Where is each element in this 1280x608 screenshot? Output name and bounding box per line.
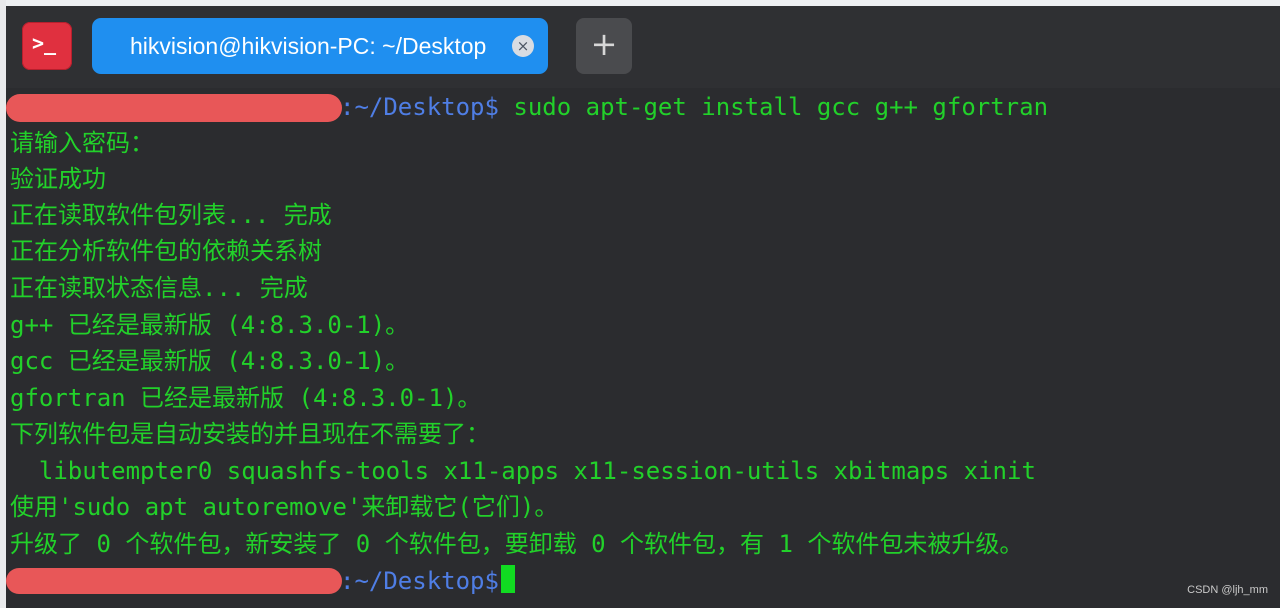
terminal-line: 使用'sudo apt autoremove'来卸载它(它们)。 bbox=[10, 493, 559, 521]
watermark: CSDN @ljh_mm bbox=[1187, 584, 1268, 596]
terminal-prompt-icon: >_ bbox=[32, 31, 57, 55]
prompt-path: :~/Desktop$ bbox=[340, 93, 499, 121]
terminal-line: gfortran 已经是最新版 (4:8.3.0-1)。 bbox=[10, 384, 482, 412]
command-text: sudo apt-get install gcc g++ gfortran bbox=[498, 93, 1049, 121]
tab-terminal-desktop[interactable]: hikvision@hikvision-PC: ~/Desktop × bbox=[92, 18, 548, 74]
terminal-line: libutempter0 squashfs-tools x11-apps x11… bbox=[10, 457, 1036, 485]
terminal-line: 下列软件包是自动安装的并且现在不需要了： bbox=[10, 420, 490, 448]
terminal-line: 请输入密码： bbox=[10, 129, 154, 157]
terminal-line: 正在读取软件包列表... 完成 bbox=[10, 201, 332, 229]
prompt-redaction bbox=[6, 568, 342, 594]
terminal-line: g++ 已经是最新版 (4:8.3.0-1)。 bbox=[10, 311, 410, 339]
new-tab-button[interactable]: + bbox=[576, 18, 632, 74]
terminal-line: 升级了 0 个软件包，新安装了 0 个软件包，要卸载 0 个软件包，有 1 个软… bbox=[10, 530, 1024, 558]
prompt-path: :~/Desktop$ bbox=[340, 567, 499, 595]
tab-title: hikvision@hikvision-PC: ~/Desktop bbox=[130, 33, 487, 59]
terminal-line: 正在读取状态信息... 完成 bbox=[10, 274, 308, 302]
terminal-app-icon[interactable]: >_ bbox=[22, 22, 72, 70]
tab-close-icon[interactable]: × bbox=[512, 35, 534, 57]
terminal-line: 验证成功 bbox=[10, 165, 106, 193]
terminal-line-command: :~/Desktop$ sudo apt-get install gcc g++… bbox=[340, 92, 1048, 122]
terminal-line-prompt: :~/Desktop$ bbox=[340, 565, 515, 596]
terminal-line: gcc 已经是最新版 (4:8.3.0-1)。 bbox=[10, 347, 410, 375]
terminal-output[interactable]: :~/Desktop$ sudo apt-get install gcc g++… bbox=[6, 88, 1280, 608]
terminal-line: 正在分析软件包的依赖关系树 bbox=[10, 237, 322, 265]
text-cursor bbox=[500, 565, 515, 593]
prompt-redaction bbox=[6, 94, 342, 122]
